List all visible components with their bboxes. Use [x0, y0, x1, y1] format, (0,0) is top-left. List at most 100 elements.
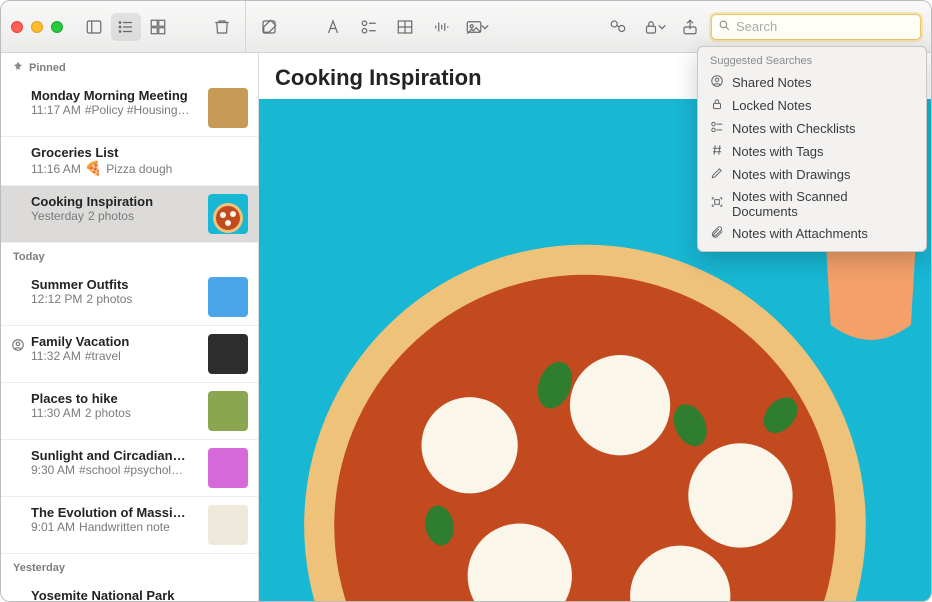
note-thumbnail — [208, 334, 248, 374]
audio-button[interactable] — [426, 13, 456, 41]
lock-button[interactable] — [639, 13, 669, 41]
note-row[interactable]: Cooking InspirationYesterday2 photos — [1, 186, 258, 243]
close-window-button[interactable] — [11, 21, 23, 33]
view-toggle-group — [79, 13, 173, 41]
note-subtitle: 11:16 AM🍕Pizza dough — [31, 160, 248, 177]
section-header-today: Today — [1, 243, 258, 269]
suggested-search-label: Notes with Tags — [732, 144, 824, 159]
toggle-sidebar-button[interactable] — [79, 13, 109, 41]
suggested-search-label: Shared Notes — [732, 75, 812, 90]
note-emoji-icon: 🍕 — [85, 160, 102, 177]
search-field[interactable] — [711, 14, 921, 40]
window-traffic-lights — [11, 21, 63, 33]
note-row[interactable]: Family Vacation11:32 AM#travel — [1, 326, 258, 383]
note-text: Summer Outfits12:12 PM2 photos — [31, 277, 200, 317]
note-title-label: Sunlight and Circadian… — [31, 448, 200, 463]
suggested-search-checklists[interactable]: Notes with Checklists — [698, 117, 926, 140]
share-button[interactable] — [675, 13, 705, 41]
media-button[interactable] — [462, 13, 492, 41]
note-title-label: Monday Morning Meeting — [31, 88, 200, 103]
note-text: Places to hike11:30 AM2 photos — [31, 391, 200, 431]
note-subtitle: 9:01 AMHandwritten note — [31, 520, 200, 534]
new-note-button[interactable] — [254, 13, 284, 41]
suggested-searches-heading: Suggested Searches — [698, 53, 926, 71]
note-title-label: Summer Outfits — [31, 277, 200, 292]
section-header-yesterday: Yesterday — [1, 554, 258, 580]
list-view-button[interactable] — [111, 13, 141, 41]
titlebar: Suggested Searches Shared NotesLocked No… — [1, 1, 931, 53]
note-subtitle: 9:30 AM#school #psychol… — [31, 463, 200, 477]
suggested-search-drawings[interactable]: Notes with Drawings — [698, 163, 926, 186]
attachment-icon — [710, 225, 724, 242]
suggested-search-label: Notes with Checklists — [732, 121, 856, 136]
note-row[interactable]: Places to hike11:30 AM2 photos — [1, 383, 258, 440]
note-subtitle: 11:17 AM#Policy #Housing… — [31, 103, 200, 117]
note-title-label: Cooking Inspiration — [31, 194, 200, 209]
note-title-label: Yosemite National Park — [31, 588, 248, 601]
app-window: Suggested Searches Shared Notes Locked No… — [0, 0, 932, 602]
note-row[interactable]: Groceries List11:16 AM🍕Pizza dough — [1, 137, 258, 186]
note-text: Groceries List11:16 AM🍕Pizza dough — [31, 145, 248, 177]
toolbar-divider — [245, 1, 246, 53]
note-thumbnail — [208, 277, 248, 317]
scan-icon — [710, 195, 724, 212]
note-subtitle: 11:30 AM2 photos — [31, 406, 200, 420]
note-row[interactable]: Yosemite National Park — [1, 580, 258, 601]
note-row[interactable]: Monday Morning Meeting11:17 AM#Policy #H… — [1, 80, 258, 137]
note-thumbnail — [208, 194, 248, 234]
delete-button[interactable] — [207, 13, 237, 41]
table-button[interactable] — [390, 13, 420, 41]
suggested-search-locked[interactable]: Locked Notes — [698, 94, 926, 117]
note-row[interactable]: Sunlight and Circadian…9:30 AM#school #p… — [1, 440, 258, 497]
tag-hash-icon — [710, 143, 724, 160]
note-subtitle: Yesterday2 photos — [31, 209, 200, 223]
notes-list-sidebar: Pinned Monday Morning Meeting11:17 AM#Po… — [1, 53, 259, 601]
fullscreen-window-button[interactable] — [51, 21, 63, 33]
suggested-search-label: Notes with Drawings — [732, 167, 851, 182]
note-text: Sunlight and Circadian…9:30 AM#school #p… — [31, 448, 200, 488]
section-label: Today — [13, 251, 45, 263]
section-label: Pinned — [29, 62, 66, 74]
note-subtitle: 11:32 AM#travel — [31, 349, 200, 363]
search-wrapper: Suggested Searches Shared NotesLocked No… — [711, 14, 921, 40]
checklist-icon — [710, 120, 724, 137]
person-circle-icon — [710, 74, 724, 91]
drawing-icon — [710, 166, 724, 183]
note-title-label: The Evolution of Massi… — [31, 505, 200, 520]
note-row[interactable]: Summer Outfits12:12 PM2 photos — [1, 269, 258, 326]
note-title-label: Places to hike — [31, 391, 200, 406]
note-thumbnail — [208, 448, 248, 488]
gallery-view-button[interactable] — [143, 13, 173, 41]
note-thumbnail — [208, 391, 248, 431]
note-text: Monday Morning Meeting11:17 AM#Policy #H… — [31, 88, 200, 128]
note-row[interactable]: The Evolution of Massi…9:01 AMHandwritte… — [1, 497, 258, 554]
suggested-searches-popover: Suggested Searches Shared Notes Locked No… — [697, 46, 927, 252]
search-icon — [718, 19, 736, 35]
suggested-search-attachments[interactable]: Notes with Attachments — [698, 222, 926, 245]
format-button[interactable] — [318, 13, 348, 41]
lock-icon — [710, 97, 724, 114]
section-label: Yesterday — [13, 562, 65, 574]
minimize-window-button[interactable] — [31, 21, 43, 33]
checklist-button[interactable] — [354, 13, 384, 41]
suggested-search-label: Notes with Attachments — [732, 226, 868, 241]
note-text: The Evolution of Massi…9:01 AMHandwritte… — [31, 505, 200, 545]
shared-indicator-icon — [11, 338, 25, 352]
suggested-search-label: Notes with Scanned Documents — [732, 189, 914, 219]
note-title-label: Groceries List — [31, 145, 248, 160]
suggested-search-label: Locked Notes — [732, 98, 812, 113]
note-title-label: Family Vacation — [31, 334, 200, 349]
suggested-search-shared[interactable]: Shared Notes — [698, 71, 926, 94]
note-thumbnail — [208, 505, 248, 545]
note-subtitle: 12:12 PM2 photos — [31, 292, 200, 306]
suggested-search-scanned[interactable]: Notes with Scanned Documents — [698, 186, 926, 222]
suggested-search-tags[interactable]: Notes with Tags — [698, 140, 926, 163]
pin-icon — [13, 61, 23, 74]
link-note-button[interactable] — [603, 13, 633, 41]
note-text: Yosemite National Park — [31, 588, 248, 601]
note-thumbnail — [208, 88, 248, 128]
section-header-pinned: Pinned — [1, 53, 258, 80]
note-text: Cooking InspirationYesterday2 photos — [31, 194, 200, 234]
search-input[interactable] — [736, 19, 914, 34]
note-text: Family Vacation11:32 AM#travel — [31, 334, 200, 374]
